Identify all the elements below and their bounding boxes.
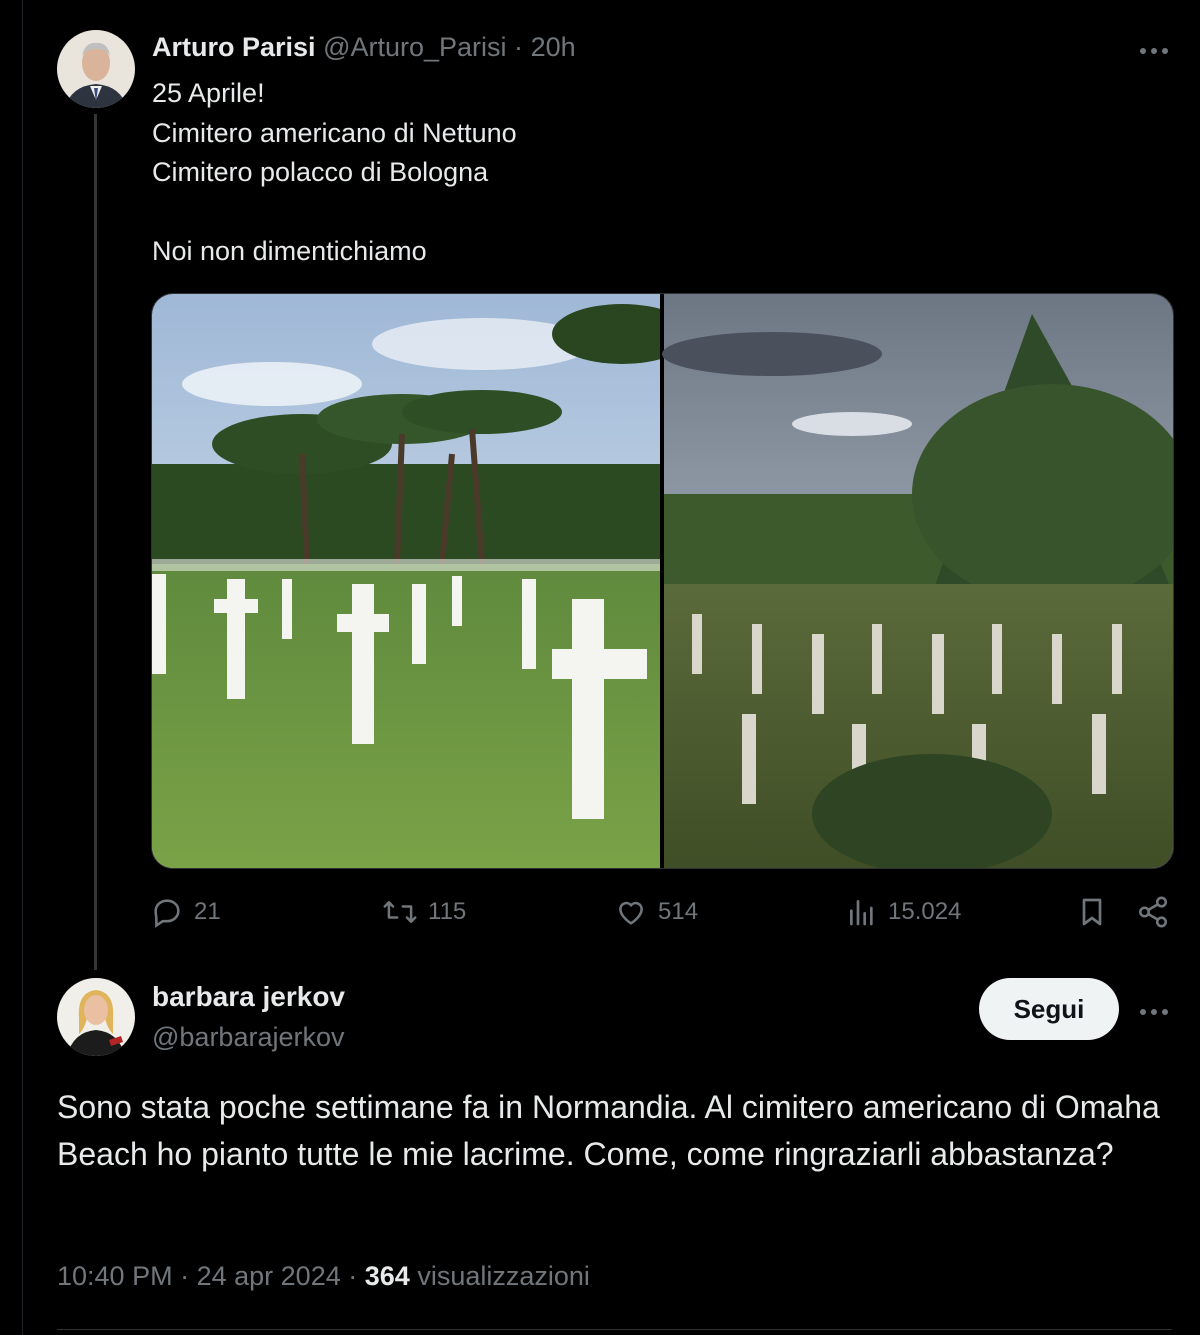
like-button[interactable]: 514 xyxy=(614,892,698,932)
media-grid xyxy=(151,293,1174,869)
author-handle[interactable]: @Arturo_Parisi xyxy=(323,32,506,62)
divider xyxy=(57,1329,1172,1330)
author-name[interactable]: barbara jerkov xyxy=(152,980,345,1014)
tweet-metadata: 10:40 PM · 24 apr 2024 · 364 visualizzaz… xyxy=(57,1258,590,1294)
more-options-icon[interactable] xyxy=(1139,43,1169,54)
post-date[interactable]: 24 apr 2024 xyxy=(197,1261,341,1291)
text-line: 25 Aprile! xyxy=(152,78,265,108)
bookmark-icon xyxy=(1082,898,1102,926)
thread-connector xyxy=(94,114,97,970)
avatar[interactable] xyxy=(57,30,135,108)
views-count: 364 xyxy=(364,1261,410,1291)
like-count: 514 xyxy=(658,898,699,925)
reply-button[interactable]: 21 xyxy=(150,892,221,932)
text-line: Cimitero americano di Nettuno xyxy=(152,117,517,148)
heart-icon xyxy=(619,901,643,925)
analytics-icon xyxy=(850,900,873,926)
separator-dot: · xyxy=(514,32,524,62)
view-count: 15.024 xyxy=(888,898,962,925)
avatar-image xyxy=(57,978,135,1056)
post-time[interactable]: 10:40 PM xyxy=(57,1261,173,1291)
tweet1-text: 25 Aprile! Cimitero americano di Nettuno… xyxy=(152,74,517,272)
tweet1-header: Arturo Parisi @Arturo_Parisi · 20h xyxy=(152,30,576,64)
text-line: Noi non dimentichiamo xyxy=(152,236,427,266)
repost-icon xyxy=(383,901,417,923)
avatar-image xyxy=(57,30,135,108)
timestamp[interactable]: 20h xyxy=(531,32,576,62)
views-button[interactable]: 15.024 xyxy=(846,892,961,932)
tweet2-text: Sono stata poche settimane fa in Normand… xyxy=(57,1089,1160,1172)
follow-button[interactable]: Segui xyxy=(979,978,1119,1040)
share-icon xyxy=(1138,896,1168,928)
more-options-icon[interactable] xyxy=(1139,1004,1169,1015)
separator-dot: · xyxy=(180,1261,190,1291)
reply-icon xyxy=(154,899,180,928)
repost-count: 115 xyxy=(428,898,467,925)
repost-button[interactable]: 115 xyxy=(382,892,466,932)
separator-dot: · xyxy=(348,1261,358,1291)
text-line xyxy=(152,193,517,233)
share-button[interactable] xyxy=(1136,892,1170,932)
cemetery-photo-bologna[interactable] xyxy=(662,294,1173,868)
text-line: Cimitero polacco di Bologna xyxy=(152,157,489,187)
tweet-actions: 21 115 514 15.024 xyxy=(150,892,1180,932)
reply-count: 21 xyxy=(194,898,221,925)
cemetery-photo-nettuno[interactable] xyxy=(152,294,692,868)
column-border xyxy=(22,0,23,1335)
author-name[interactable]: Arturo Parisi xyxy=(152,32,316,62)
bookmark-button[interactable] xyxy=(1076,892,1108,932)
views-label: visualizzazioni xyxy=(417,1261,590,1291)
author-handle[interactable]: @barbarajerkov xyxy=(152,1020,345,1054)
avatar[interactable] xyxy=(57,978,135,1056)
